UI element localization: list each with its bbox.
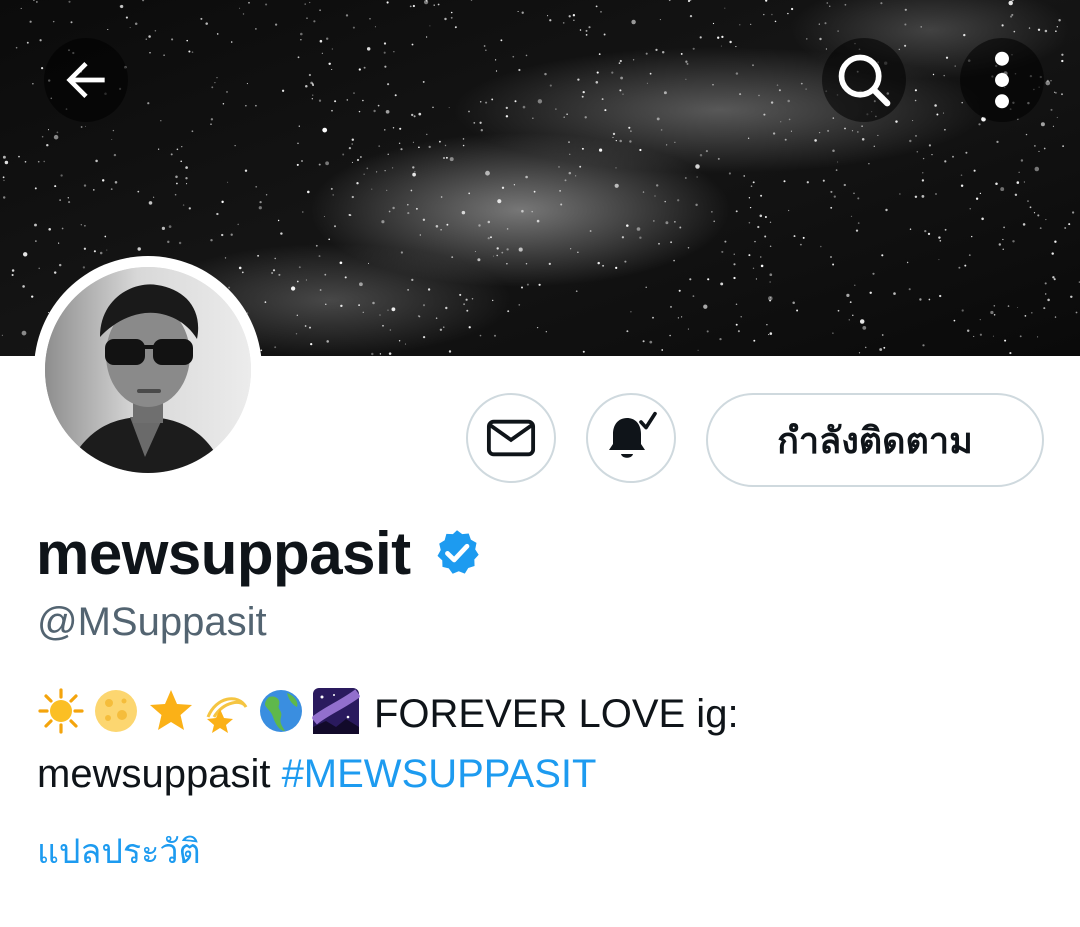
notifications-button[interactable] [586, 393, 676, 483]
profile-handle: @MSuppasit [37, 600, 267, 644]
milky-way-icon [312, 688, 360, 734]
sun-icon [38, 688, 84, 734]
verified-badge-icon [431, 527, 483, 579]
arrow-left-icon [66, 62, 105, 98]
more-vertical-icon [995, 51, 1009, 109]
avatar-photo [45, 267, 251, 473]
dizzy-star-icon [206, 697, 248, 733]
more-options-button[interactable] [960, 38, 1044, 122]
star-icon [150, 690, 192, 730]
translate-bio-link[interactable]: แปลประวัติ [37, 824, 201, 878]
search-button[interactable] [822, 38, 906, 122]
bio-text-line2: mewsuppasit [37, 752, 271, 796]
search-icon [838, 54, 891, 107]
mail-icon [486, 419, 536, 457]
full-moon-icon [95, 690, 137, 732]
bio-hashtag-link[interactable]: #MEWSUPPASIT [282, 752, 597, 796]
back-button[interactable] [44, 38, 128, 122]
profile-bio: FOREVER LOVE ig: mewsuppasit #MEWSUPPASI… [37, 684, 1037, 804]
bell-check-icon [609, 411, 657, 458]
bio-text: FOREVER LOVE ig: [374, 692, 739, 736]
profile-avatar[interactable] [34, 256, 262, 484]
message-button[interactable] [466, 393, 556, 483]
profile-name-row: mewsuppasit [36, 518, 483, 588]
globe-americas-icon [260, 690, 302, 732]
following-button[interactable]: กำลังติดตาม [706, 393, 1044, 487]
display-name: mewsuppasit [36, 519, 411, 587]
bio-emojis [37, 687, 360, 735]
